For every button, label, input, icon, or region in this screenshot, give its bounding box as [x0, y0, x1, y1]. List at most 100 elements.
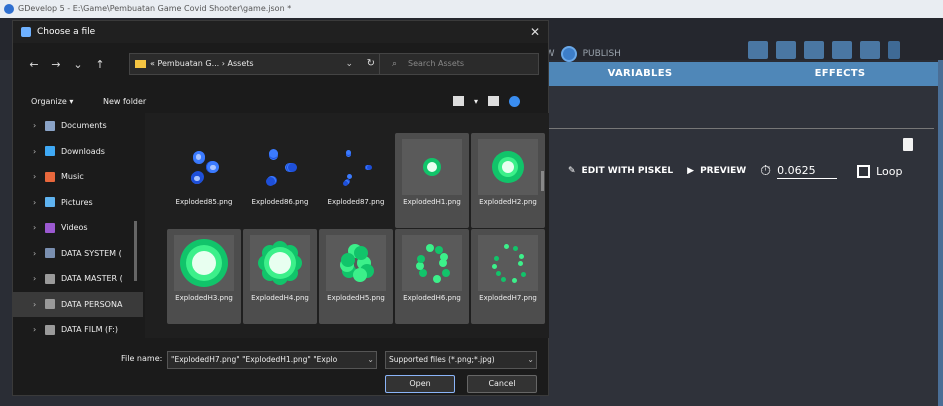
chevron-down-icon: ⌄	[525, 352, 534, 368]
dialog-footer: File name: "ExplodedH7.png" "ExplodedH1.…	[13, 343, 548, 395]
sprite-particle	[367, 165, 373, 171]
nav-item[interactable]: › Videos	[13, 215, 143, 241]
tab-effects[interactable]: EFFECTS	[740, 62, 940, 86]
nav-item[interactable]: › DATA PERSONA	[13, 291, 143, 317]
file-tile[interactable]: ExplodedH6.png	[395, 229, 469, 324]
sprite-particle	[419, 268, 428, 277]
expand-icon[interactable]: ›	[33, 198, 45, 207]
cancel-button[interactable]: Cancel	[467, 375, 537, 393]
file-dialog: Choose a file ✕ ← → ⌄ ↑ « Pembuatan G...…	[12, 20, 549, 396]
nav-pane-scrollbar[interactable]	[134, 221, 137, 281]
nav-item[interactable]: › DATA FILM (F:)	[13, 317, 143, 343]
search-icon: ⌕	[392, 59, 398, 69]
file-tile[interactable]: ExplodedH1.png	[395, 133, 469, 228]
chevron-down-icon[interactable]: ▾	[474, 97, 478, 106]
layers-icon[interactable]	[860, 41, 880, 59]
file-thumbnail	[174, 139, 234, 195]
file-tile[interactable]	[167, 325, 241, 338]
refresh-icon[interactable]: ↻	[367, 54, 375, 74]
back-icon[interactable]: ←	[23, 58, 45, 71]
file-thumbnail	[402, 235, 462, 291]
file-tile[interactable]: Exploded87.png	[319, 133, 393, 228]
organize-button[interactable]: Organize ▾	[31, 97, 73, 106]
forward-icon[interactable]: →	[45, 58, 67, 71]
downloads-icon	[45, 146, 55, 157]
edit-with-piskel-button[interactable]: EDIT WITH PISKEL	[582, 166, 674, 176]
music-icon	[45, 171, 55, 182]
nav-item[interactable]: › Pictures	[13, 190, 143, 216]
nav-item[interactable]: › Downloads	[13, 139, 143, 165]
file-tile[interactable]: ExplodedH4.png	[243, 229, 317, 324]
nav-item[interactable]: › Music	[13, 164, 143, 190]
file-type-select[interactable]: Supported files (*.png;*.jpg) ⌄	[385, 351, 537, 369]
file-tile[interactable]: Exploded86.png	[243, 133, 317, 228]
expand-icon[interactable]: ›	[33, 274, 45, 283]
tab-variables[interactable]: VARIABLES	[540, 62, 740, 86]
file-name-input[interactable]: "ExplodedH7.png" "ExplodedH1.png" "Explo…	[167, 351, 377, 369]
close-icon[interactable]: ✕	[530, 21, 540, 43]
sprite-particle	[196, 154, 202, 160]
expand-icon[interactable]: ›	[33, 223, 45, 232]
search-input[interactable]: ⌕ Search Assets	[379, 53, 539, 75]
nav-item[interactable]: › DATA MASTER (	[13, 266, 143, 292]
drive-icon	[45, 299, 55, 310]
preview-pane-icon[interactable]	[488, 96, 500, 106]
file-tile[interactable]: ExplodedH2.png	[471, 133, 545, 228]
scrollbar[interactable]	[938, 60, 943, 406]
chevron-down-icon[interactable]: ⌄	[345, 54, 353, 74]
change-view-icon[interactable]	[453, 96, 464, 106]
sprite-particle	[416, 261, 425, 270]
file-tile[interactable]: ExplodedH3.png	[167, 229, 241, 324]
open-button[interactable]: Open	[385, 375, 455, 393]
file-tile[interactable]: ExplodedH5.png	[319, 229, 393, 324]
expand-icon[interactable]: ›	[33, 172, 45, 181]
view-controls: ▾	[453, 95, 521, 107]
file-thumbnail	[250, 235, 310, 291]
publish-label: PUBLISH	[582, 49, 621, 59]
sprite-particle	[511, 277, 517, 283]
new-folder-button[interactable]: New folder	[103, 97, 146, 106]
preview-button[interactable]: PREVIEW	[700, 166, 746, 176]
play-icon: ▶	[687, 166, 695, 176]
expand-icon[interactable]: ›	[33, 147, 45, 156]
expand-icon[interactable]: ›	[33, 300, 45, 309]
trash-icon[interactable]	[903, 138, 913, 151]
toolbar-icons	[748, 41, 900, 59]
file-tile[interactable]	[395, 325, 469, 338]
address-bar[interactable]: « Pembuatan G... › Assets ⌄ ↻	[129, 53, 384, 75]
publish-button[interactable]: EW PUBLISH	[540, 44, 621, 64]
file-tile[interactable]: Exploded85.png	[167, 133, 241, 228]
expand-icon[interactable]: ›	[33, 325, 45, 334]
file-thumbnail	[478, 139, 538, 195]
sprite-particle	[503, 243, 509, 249]
loop-checkbox[interactable]	[857, 164, 871, 178]
sprite-particle	[347, 173, 353, 179]
help-icon[interactable]	[509, 95, 521, 107]
expand-icon[interactable]: ›	[33, 249, 45, 258]
documents-icon	[45, 120, 55, 131]
file-tile[interactable]	[319, 325, 393, 338]
sprite-particle	[493, 255, 499, 261]
file-tile[interactable]: ExplodedH7.png	[471, 229, 545, 324]
sprite-particle	[500, 277, 506, 283]
sprite-particle	[287, 163, 297, 173]
scene-icon[interactable]	[748, 41, 768, 59]
list-icon[interactable]	[832, 41, 852, 59]
file-name: ExplodedH7.png	[479, 294, 537, 302]
up-icon[interactable]: ↑	[89, 58, 111, 71]
file-name: Exploded87.png	[327, 198, 385, 206]
nav-item[interactable]: › Documents	[13, 113, 143, 139]
recent-locations-icon[interactable]: ⌄	[67, 58, 89, 71]
sprite-particle	[502, 161, 514, 173]
expand-icon[interactable]: ›	[33, 121, 45, 130]
edit-icon[interactable]	[804, 41, 824, 59]
nav-item[interactable]: › DATA SYSTEM (	[13, 241, 143, 267]
file-tile[interactable]	[471, 325, 545, 338]
sprite-particle	[210, 164, 216, 170]
file-grid-scrollbar[interactable]	[541, 171, 544, 191]
objects-icon[interactable]	[776, 41, 796, 59]
undo-icon[interactable]	[888, 41, 900, 59]
chevron-down-icon[interactable]: ⌄	[365, 352, 374, 368]
file-tile[interactable]	[243, 325, 317, 338]
frame-time-input[interactable]: 0.0625	[777, 164, 838, 179]
